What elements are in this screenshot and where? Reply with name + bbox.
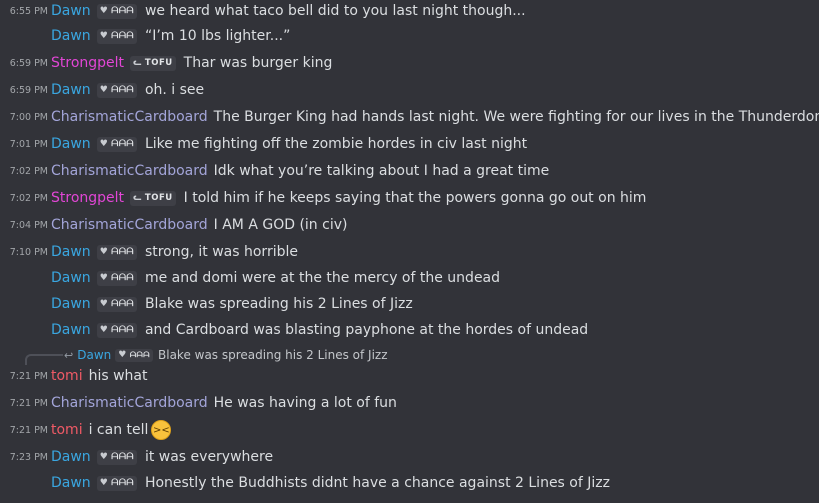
username[interactable]: Dawn [51, 28, 91, 44]
username[interactable]: Dawn [51, 136, 91, 152]
server-tag[interactable]: ᓚ TOFU [130, 190, 176, 206]
reply-preview[interactable]: ↩ Dawn ♥ ᗩᗩᗩ Blake was spreading his 2 Li… [0, 345, 819, 365]
message-row: 6:59 PM Dawn ♥ ᗩᗩᗩ oh. i see [0, 79, 819, 101]
reply-username[interactable]: Dawn [77, 348, 111, 362]
username[interactable]: tomi [51, 422, 83, 438]
message-row: 7:02 PM CharismaticCardboard Idk what yo… [0, 160, 819, 182]
server-tag[interactable]: ♥ ᗩᗩᗩ [96, 3, 137, 19]
heart-icon: ♥ [99, 299, 109, 309]
reply-text[interactable]: Blake was spreading his 2 Lines of Jizz [158, 348, 388, 362]
message-text: The Burger King had hands last night. We… [213, 109, 819, 125]
message-row: Dawn ♥ ᗩᗩᗩ Honestly the Buddhists didnt h… [0, 472, 819, 494]
heart-icon: ♥ [99, 85, 109, 95]
message-row: Dawn ♥ ᗩᗩᗩ Blake was spreading his 2 Line… [0, 293, 819, 315]
message-text: Honestly the Buddhists didnt have a chan… [144, 475, 610, 491]
server-tag[interactable]: ᓚ TOFU [130, 55, 176, 71]
username[interactable]: Dawn [51, 296, 91, 312]
timestamp[interactable]: 7:01 PM [0, 139, 48, 150]
timestamp[interactable]: 6:59 PM [0, 58, 48, 69]
message-row: 6:59 PM Strongpelt ᓚ TOFU Thar was burger… [0, 52, 819, 74]
message-row: 7:23 PM Dawn ♥ ᗩᗩᗩ it was everywhere [0, 446, 819, 468]
username[interactable]: Dawn [51, 449, 91, 465]
timestamp[interactable]: 7:00 PM [0, 112, 48, 123]
heart-icon: ♥ [99, 273, 109, 283]
server-tag[interactable]: ♥ ᗩᗩᗩ [96, 449, 137, 465]
timestamp[interactable]: 7:02 PM [0, 166, 48, 177]
username[interactable]: Strongpelt [51, 190, 124, 206]
timestamp[interactable]: 7:10 PM [0, 247, 48, 258]
server-tag[interactable]: ♥ ᗩᗩᗩ [96, 322, 137, 338]
server-tag[interactable]: ♥ ᗩᗩᗩ [96, 82, 137, 98]
server-tag[interactable]: ♥ ᗩᗩᗩ [96, 28, 137, 44]
server-tag[interactable]: ♥ ᗩᗩᗩ [96, 475, 137, 491]
heart-icon: ♥ [118, 350, 127, 360]
server-tag[interactable]: ♥ ᗩᗩᗩ [96, 244, 137, 260]
reply-arrow-icon: ↩ [64, 348, 74, 362]
message-text: Thar was burger king [183, 55, 333, 71]
message-row: 7:02 PM Strongpelt ᓚ TOFU I told him if h… [0, 187, 819, 209]
username[interactable]: CharismaticCardboard [51, 109, 208, 125]
message-row: 7:10 PM Dawn ♥ ᗩᗩᗩ strong, it was horribl… [0, 241, 819, 263]
message-text: me and domi were at the the mercy of the… [144, 270, 501, 286]
username[interactable]: CharismaticCardboard [51, 395, 208, 411]
message-row: Dawn ♥ ᗩᗩᗩ me and domi were at the the me… [0, 267, 819, 289]
username[interactable]: tomi [51, 368, 83, 384]
message-text: we heard what taco bell did to you last … [144, 3, 526, 19]
message-text: it was everywhere [144, 449, 274, 465]
message-row: Dawn ♥ ᗩᗩᗩ and Cardboard was blasting pay… [0, 319, 819, 341]
message-text: strong, it was horrible [144, 244, 298, 260]
message-text: i can tell [88, 422, 149, 438]
message-row: 7:01 PM Dawn ♥ ᗩᗩᗩ Like me fighting off t… [0, 133, 819, 155]
server-tag[interactable]: ♥ ᗩᗩᗩ [115, 348, 153, 362]
message-text: “I’m 10 lbs lighter...” [144, 28, 291, 44]
username[interactable]: Dawn [51, 82, 91, 98]
message-row: 7:04 PM CharismaticCardboard I AM A GOD … [0, 214, 819, 236]
message-text: Blake was spreading his 2 Lines of Jizz [144, 296, 413, 312]
server-tag[interactable]: ♥ ᗩᗩᗩ [96, 296, 137, 312]
message-row: 7:00 PM CharismaticCardboard The Burger … [0, 106, 819, 128]
username[interactable]: Dawn [51, 322, 91, 338]
message-text: Idk what you’re talking about I had a gr… [213, 163, 550, 179]
heart-icon: ♥ [99, 31, 109, 41]
username[interactable]: CharismaticCardboard [51, 163, 208, 179]
timestamp[interactable]: 7:04 PM [0, 220, 48, 231]
username[interactable]: CharismaticCardboard [51, 217, 208, 233]
username[interactable]: Strongpelt [51, 55, 124, 71]
heart-icon: ♥ [99, 6, 109, 16]
heart-icon: ♥ [99, 478, 109, 488]
heart-icon: ♥ [99, 452, 109, 462]
message-row: Dawn ♥ ᗩᗩᗩ “I’m 10 lbs lighter...” [0, 25, 819, 47]
message-text: I AM A GOD (in civ) [213, 217, 348, 233]
username[interactable]: Dawn [51, 244, 91, 260]
username[interactable]: Dawn [51, 3, 91, 19]
server-tag[interactable]: ♥ ᗩᗩᗩ [96, 270, 137, 286]
cat-icon: ᓚ [133, 193, 142, 203]
timestamp[interactable]: 7:21 PM [0, 371, 48, 382]
timestamp[interactable]: 6:55 PM [0, 6, 48, 17]
message-row: 7:21 PM tomi his what [0, 365, 819, 387]
message-text: and Cardboard was blasting payphone at t… [144, 322, 589, 338]
timestamp[interactable]: 6:59 PM [0, 85, 48, 96]
timestamp[interactable]: 7:23 PM [0, 452, 48, 463]
server-tag[interactable]: ♥ ᗩᗩᗩ [96, 136, 137, 152]
message-text: He was having a lot of fun [213, 395, 397, 411]
timestamp[interactable]: 7:21 PM [0, 425, 48, 436]
username[interactable]: Dawn [51, 270, 91, 286]
message-text: his what [88, 368, 148, 384]
heart-icon: ♥ [99, 139, 109, 149]
timestamp[interactable]: 7:21 PM [0, 398, 48, 409]
username[interactable]: Dawn [51, 475, 91, 491]
grinning-squinting-face-emoji[interactable]: >< [151, 420, 172, 440]
message-text: oh. i see [144, 82, 205, 98]
message-text: Like me fighting off the zombie hordes i… [144, 136, 528, 152]
cat-icon: ᓚ [133, 58, 142, 68]
timestamp[interactable]: 7:02 PM [0, 193, 48, 204]
message-row: 7:21 PM CharismaticCardboard He was havi… [0, 392, 819, 414]
message-row: 6:55 PM Dawn ♥ ᗩᗩᗩ we heard what taco bel… [0, 0, 819, 22]
heart-icon: ♥ [99, 247, 109, 257]
message-text: I told him if he keeps saying that the p… [183, 190, 647, 206]
heart-icon: ♥ [99, 325, 109, 335]
message-row: 7:21 PM tomi i can tell >< [0, 419, 819, 441]
